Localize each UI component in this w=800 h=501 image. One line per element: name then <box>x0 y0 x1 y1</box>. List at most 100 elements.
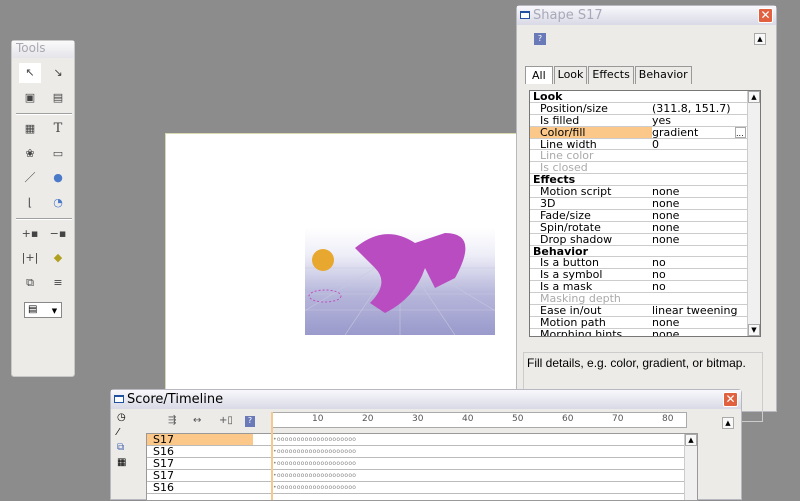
import-media-icon[interactable]: ▤ <box>47 88 69 108</box>
property-value[interactable]: none <box>652 221 760 233</box>
help-icon[interactable]: ? <box>245 416 255 427</box>
ruler-tick-label: 10 <box>312 414 324 424</box>
help-icon[interactable]: ? <box>534 33 546 45</box>
property-value[interactable] <box>652 150 760 161</box>
ruler-tick-label: 40 <box>462 414 474 424</box>
property-row[interactable]: Fade/size none <box>530 209 760 222</box>
shape-properties-panel: Shape S17 ✕ ? ▲ All Look Effects Behavior… <box>516 5 777 422</box>
playhead[interactable] <box>271 412 273 500</box>
frame-cells[interactable]: •oooooooooooooooooooo <box>253 482 697 493</box>
color-picker-dropdown[interactable]: ▤ ▼ <box>24 302 62 318</box>
remove-point-icon[interactable]: −▪ <box>47 224 69 244</box>
ellipse-icon[interactable]: ● <box>47 168 69 188</box>
property-row[interactable]: Color/fill gradient... <box>530 126 760 139</box>
timeline-scrollbar[interactable]: ▲ <box>684 434 697 500</box>
line-icon[interactable]: ／ <box>19 168 41 188</box>
shape-icon[interactable]: ⌊ <box>19 193 41 213</box>
close-icon[interactable]: ✕ <box>723 392 738 407</box>
timeline-row[interactable]: S16 •oooooooooooooooooooo <box>147 482 697 494</box>
property-value[interactable]: no <box>652 281 760 293</box>
panel-titlebar[interactable]: Shape S17 ✕ <box>517 6 776 25</box>
timeline-titlebar[interactable]: Score/Timeline ✕ <box>111 390 741 409</box>
property-value[interactable]: none <box>652 233 760 245</box>
move-keyframe-icon[interactable]: ⇶ <box>168 415 176 426</box>
collapse-button[interactable]: ▲ <box>754 33 766 45</box>
property-value[interactable]: no <box>652 269 760 281</box>
property-value[interactable]: 0 <box>652 138 760 150</box>
timeline-ruler[interactable]: 10 20 30 40 50 60 70 80 <box>271 412 687 428</box>
eraser-icon[interactable]: ◆ <box>47 248 69 268</box>
timeline-row[interactable]: S17 •oooooooooooooooooooo <box>147 434 697 446</box>
frame-cells[interactable]: •oooooooooooooooooooo <box>253 446 697 457</box>
align-icon[interactable]: ≡ <box>47 273 69 293</box>
property-label: Is a button <box>540 256 599 270</box>
sprite-name[interactable]: S16 <box>147 482 253 494</box>
ellipsis-button[interactable]: ... <box>735 126 746 138</box>
property-value[interactable]: none <box>652 209 760 221</box>
tab-behavior[interactable]: Behavior <box>634 66 692 84</box>
property-value[interactable] <box>652 293 760 304</box>
tab-effects[interactable]: Effects <box>588 66 634 84</box>
frame-cells[interactable]: •oooooooooooooooooooo <box>253 458 697 469</box>
tools-title: Tools <box>12 41 74 58</box>
property-value[interactable]: yes <box>652 114 760 126</box>
direct-select-icon[interactable]: ↘ <box>47 63 69 83</box>
property-row[interactable]: Motion script none <box>530 186 760 199</box>
scroll-up-icon[interactable]: ▲ <box>685 434 697 446</box>
add-point-icon[interactable]: +▪ <box>19 224 41 244</box>
property-value[interactable]: linear tweening <box>652 305 760 317</box>
timeline-row[interactable]: S17 •oooooooooooooooooooo <box>147 458 697 470</box>
divider <box>16 113 72 115</box>
frame-dots: •oooooooooooooooooooo <box>273 484 357 491</box>
arrow-select-icon[interactable]: ↖ <box>19 63 41 83</box>
stretch-icon[interactable]: ↔ <box>193 415 201 426</box>
property-label: Line width <box>540 137 597 151</box>
close-icon[interactable]: ✕ <box>758 8 773 23</box>
property-row[interactable]: Drop shadow none <box>530 232 760 246</box>
timeline-row[interactable]: S16 •oooooooooooooooooooo <box>147 446 697 458</box>
sprite-name[interactable]: S17 <box>147 458 253 470</box>
property-value[interactable] <box>652 162 760 173</box>
property-value[interactable]: (311.8, 151.7) <box>652 102 760 114</box>
freeform-icon[interactable]: ◔ <box>47 193 69 213</box>
scroll-up-icon[interactable]: ▲ <box>748 91 760 103</box>
ruler-tick-label: 50 <box>512 414 524 424</box>
text-icon[interactable]: T <box>47 119 69 139</box>
timeline-row[interactable]: S17 •oooooooooooooooooooo <box>147 470 697 482</box>
property-value[interactable]: none <box>652 328 760 336</box>
import-image-icon[interactable]: ▣ <box>19 88 41 108</box>
property-value[interactable]: none <box>652 198 760 210</box>
grid-icon[interactable]: ▦ <box>117 457 126 468</box>
property-row[interactable]: Spin/rotate none <box>530 221 760 234</box>
fit-icon[interactable]: |+| <box>19 248 41 268</box>
symbol-icon[interactable]: ❀ <box>19 144 41 164</box>
property-scrollbar[interactable]: ▲ ▼ <box>747 91 760 336</box>
clock-icon[interactable]: ◷ <box>117 412 126 423</box>
property-value[interactable]: none <box>652 316 760 328</box>
property-row[interactable]: Morphing hints none <box>530 328 760 336</box>
3d-text-image[interactable] <box>305 228 495 335</box>
button-icon[interactable]: ▭ <box>47 144 69 164</box>
ruler-tick-label: 80 <box>662 414 674 424</box>
sprite-name[interactable]: S17 <box>147 470 253 482</box>
text-box-icon[interactable]: ▦ <box>19 119 41 139</box>
collapse-button[interactable]: ▲ <box>722 417 734 429</box>
property-row[interactable]: Position/size (311.8, 151.7) <box>530 102 760 115</box>
frame-cells[interactable]: •oooooooooooooooooooo <box>253 470 697 481</box>
property-value[interactable]: gradient <box>652 126 735 138</box>
copy-icon[interactable]: ⧉ <box>117 442 124 453</box>
property-value[interactable]: no <box>652 257 760 269</box>
tab-all[interactable]: All <box>525 66 553 84</box>
insert-frame-icon[interactable]: +▯ <box>219 415 233 426</box>
property-label: Look <box>533 90 563 103</box>
scroll-down-icon[interactable]: ▼ <box>748 324 760 336</box>
group-icon[interactable]: ⧉ <box>19 273 41 293</box>
wand-icon[interactable]: ⁄ <box>117 427 119 438</box>
frame-cells[interactable]: •oooooooooooooooooooo <box>253 434 697 445</box>
sprite-name[interactable]: S17 <box>147 434 253 446</box>
property-row[interactable]: Is filled yes <box>530 114 760 127</box>
property-label: Drop shadow <box>540 232 613 246</box>
property-value[interactable]: none <box>652 186 760 198</box>
sprite-name[interactable]: S16 <box>147 446 253 458</box>
tab-look[interactable]: Look <box>553 66 588 84</box>
